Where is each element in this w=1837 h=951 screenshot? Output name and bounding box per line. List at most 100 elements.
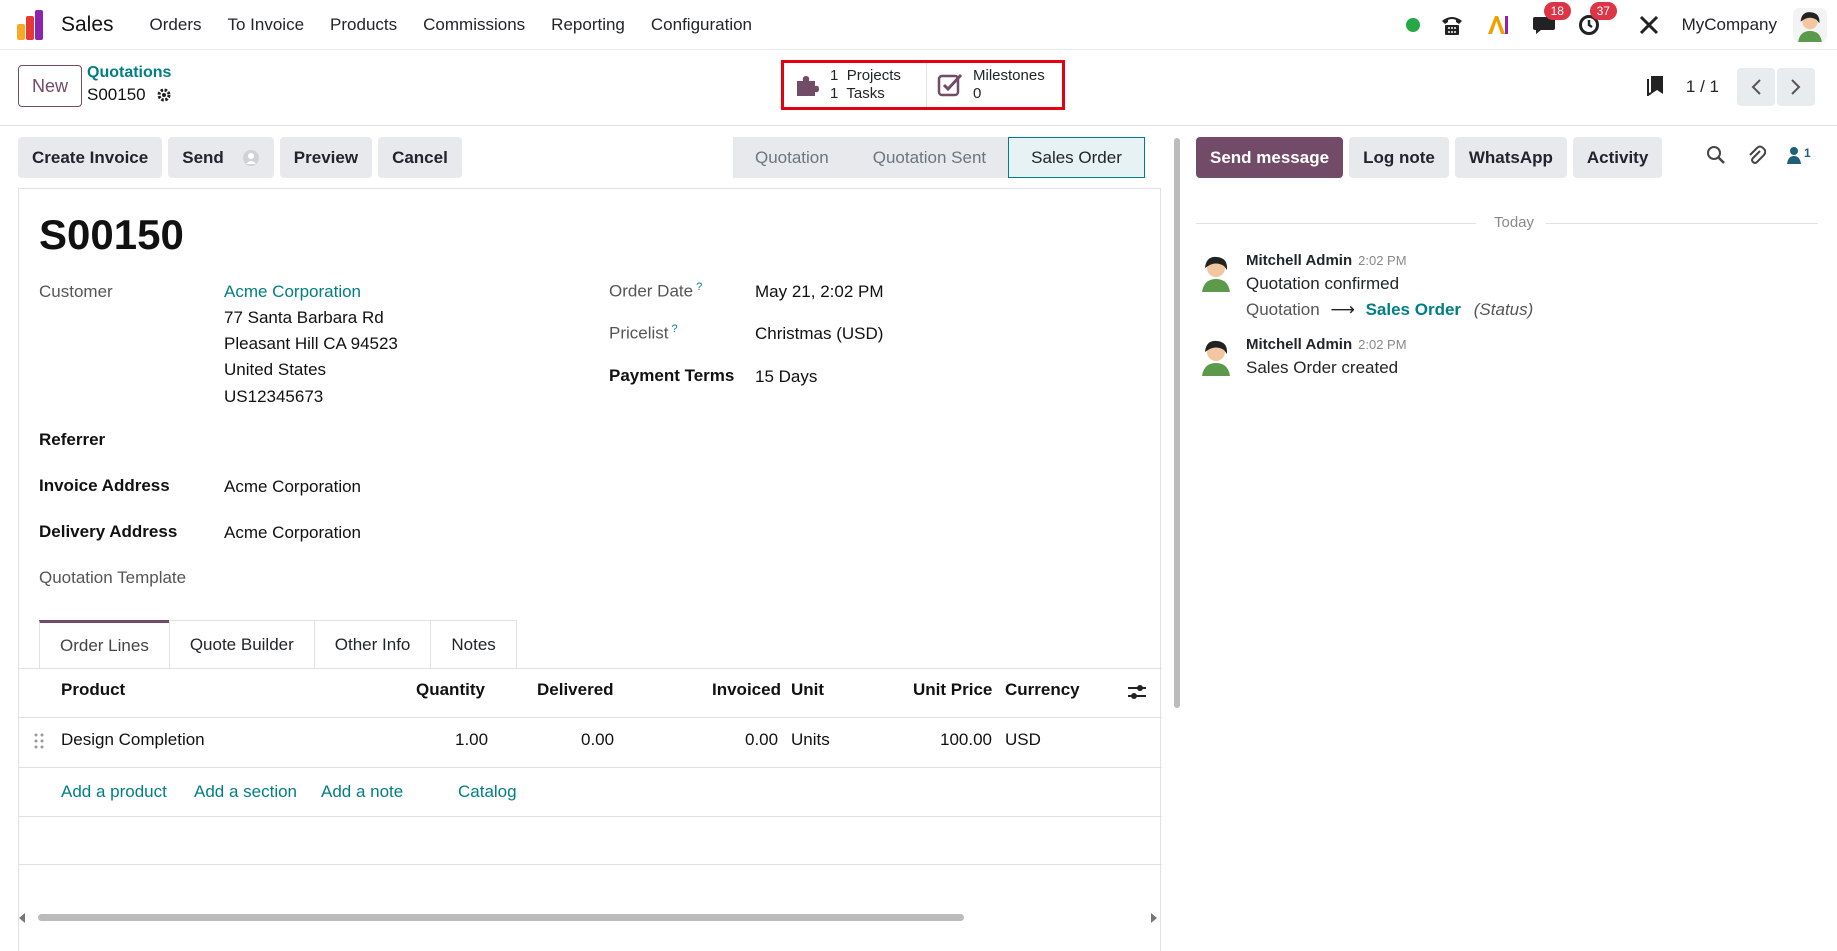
tab-notes[interactable]: Notes	[430, 620, 517, 668]
author-avatar[interactable]	[1196, 336, 1236, 376]
invoice-address-field[interactable]: Acme Corporation	[224, 477, 361, 497]
breadcrumb-quotations[interactable]: Quotations	[87, 64, 171, 82]
activities-icon[interactable]: 37	[1578, 2, 1617, 36]
catalog-link[interactable]: Catalog	[458, 782, 517, 802]
row-unit-price[interactable]: 100.00	[940, 730, 992, 750]
app-name[interactable]: Sales	[61, 13, 114, 37]
stage-quotation[interactable]: Quotation	[733, 137, 851, 178]
stage-quotation-sent[interactable]: Quotation Sent	[850, 137, 1009, 178]
chatter-toolbar: 1	[1706, 145, 1811, 165]
column-currency[interactable]: Currency	[1005, 680, 1080, 700]
order-title: S00150	[39, 211, 184, 258]
date-separator: Today	[1196, 214, 1818, 234]
row-quantity[interactable]: 1.00	[455, 730, 488, 750]
status-bar: Quotation Quotation Sent Sales Order	[733, 137, 1145, 178]
author-avatar[interactable]	[1196, 252, 1236, 292]
row-unit[interactable]: Units	[791, 730, 830, 750]
menu-orders[interactable]: Orders	[137, 15, 215, 35]
empty-row-divider-1	[19, 816, 1162, 817]
quotation-template-field[interactable]	[224, 568, 574, 590]
referrer-label: Referrer	[39, 430, 106, 449]
optional-columns-icon[interactable]	[1127, 683, 1147, 706]
followers-button[interactable]: 1	[1786, 146, 1811, 164]
menu-commissions[interactable]: Commissions	[410, 15, 538, 35]
gear-icon[interactable]	[156, 87, 172, 103]
payment-terms-field[interactable]: 15 Days	[755, 367, 817, 387]
tasks-label: Tasks	[846, 85, 885, 102]
menu-reporting[interactable]: Reporting	[538, 15, 638, 35]
order-date-help-icon[interactable]: ?	[696, 281, 702, 293]
row-product[interactable]: Design Completion	[61, 730, 205, 750]
message-author[interactable]: Mitchell Admin 2:02 PM	[1246, 336, 1407, 353]
form-actions: Create Invoice Send Preview Cancel	[18, 137, 462, 178]
tab-other-info[interactable]: Other Info	[313, 620, 432, 668]
activity-button[interactable]: Activity	[1572, 137, 1663, 178]
cancel-button[interactable]: Cancel	[378, 137, 462, 178]
paperclip-icon[interactable]	[1746, 145, 1766, 165]
column-product[interactable]: Product	[61, 680, 125, 700]
check-square-icon	[937, 73, 963, 97]
messages-icon[interactable]: 18	[1532, 2, 1571, 36]
phone-icon[interactable]	[1440, 14, 1464, 36]
milestones-smart-button[interactable]: Milestones 0	[926, 63, 1062, 107]
message-body: Sales Order created	[1246, 358, 1399, 377]
column-invoiced[interactable]: Invoiced	[712, 680, 781, 700]
add-product-link[interactable]: Add a product	[61, 782, 167, 802]
user-icon	[1787, 147, 1801, 164]
column-quantity[interactable]: Quantity	[416, 680, 485, 700]
bookmark-icon[interactable]	[1646, 74, 1666, 101]
horizontal-scrollbar[interactable]	[18, 911, 1158, 923]
pager-previous-button[interactable]	[1737, 68, 1775, 106]
row-delivered[interactable]: 0.00	[581, 730, 614, 750]
breadcrumb-current: S00150	[87, 85, 172, 105]
add-note-link[interactable]: Add a note	[321, 782, 403, 802]
whatsapp-button[interactable]: WhatsApp	[1454, 137, 1567, 178]
horizontal-scroll-thumb[interactable]	[38, 914, 964, 921]
column-delivered[interactable]: Delivered	[537, 680, 614, 700]
smart-buttons: 1 Projects 1 Tasks Milestones 0	[781, 60, 1065, 110]
menu-to-invoice[interactable]: To Invoice	[215, 15, 318, 35]
followers-count: 1	[1804, 146, 1811, 160]
add-section-link[interactable]: Add a section	[194, 782, 297, 802]
log-note-button[interactable]: Log note	[1349, 137, 1449, 178]
vertical-scroll-thumb[interactable]	[1174, 138, 1180, 708]
tab-order-lines[interactable]: Order Lines	[39, 620, 170, 668]
order-date-field[interactable]: May 21, 2:02 PM	[755, 282, 884, 302]
search-icon[interactable]	[1706, 145, 1726, 165]
message-author[interactable]: Mitchell Admin 2:02 PM	[1246, 252, 1407, 269]
new-button[interactable]: New	[18, 65, 82, 107]
projects-smart-button[interactable]: 1 Projects 1 Tasks	[784, 63, 926, 107]
presence-status-icon[interactable]	[1405, 18, 1420, 32]
vertical-scrollbar[interactable]	[1172, 126, 1182, 951]
pager: 1 / 1	[1686, 68, 1815, 106]
user-avatar[interactable]	[1793, 8, 1827, 42]
pager-next-button[interactable]	[1777, 68, 1815, 106]
delivery-address-field[interactable]: Acme Corporation	[224, 523, 361, 543]
tab-quote-builder[interactable]: Quote Builder	[168, 620, 315, 668]
referrer-field[interactable]	[224, 430, 574, 452]
send-message-button[interactable]: Send message	[1196, 137, 1344, 178]
sales-app-icon[interactable]	[17, 9, 47, 40]
tab-divider	[19, 668, 1162, 669]
pricelist-field[interactable]: Christmas (USD)	[755, 324, 883, 344]
drag-handle-icon[interactable]	[34, 732, 44, 755]
ai-icon[interactable]	[1486, 14, 1510, 36]
chatter-message: Mitchell Admin 2:02 PM Quotation confirme…	[1196, 252, 1796, 327]
column-unit[interactable]: Unit	[791, 680, 824, 700]
preview-button[interactable]: Preview	[279, 137, 373, 178]
pricelist-help-icon[interactable]: ?	[672, 323, 678, 335]
chevron-right-icon	[1791, 79, 1801, 95]
column-unit-price[interactable]: Unit Price	[913, 680, 992, 700]
company-switcher[interactable]: MyCompany	[1682, 15, 1777, 35]
stage-sales-order[interactable]: Sales Order	[1008, 137, 1145, 178]
menu-configuration[interactable]: Configuration	[638, 15, 765, 35]
customer-link[interactable]: Acme Corporation	[224, 282, 361, 302]
pager-value[interactable]: 1 / 1	[1686, 77, 1719, 97]
puzzle-icon	[797, 76, 819, 96]
menu-products[interactable]: Products	[317, 15, 410, 35]
message-time: 2:02 PM	[1358, 337, 1407, 352]
send-button[interactable]: Send	[168, 137, 274, 178]
address-line-3: United States	[224, 360, 327, 379]
create-invoice-button[interactable]: Create Invoice	[18, 137, 163, 178]
debug-tools-icon[interactable]	[1638, 14, 1660, 36]
